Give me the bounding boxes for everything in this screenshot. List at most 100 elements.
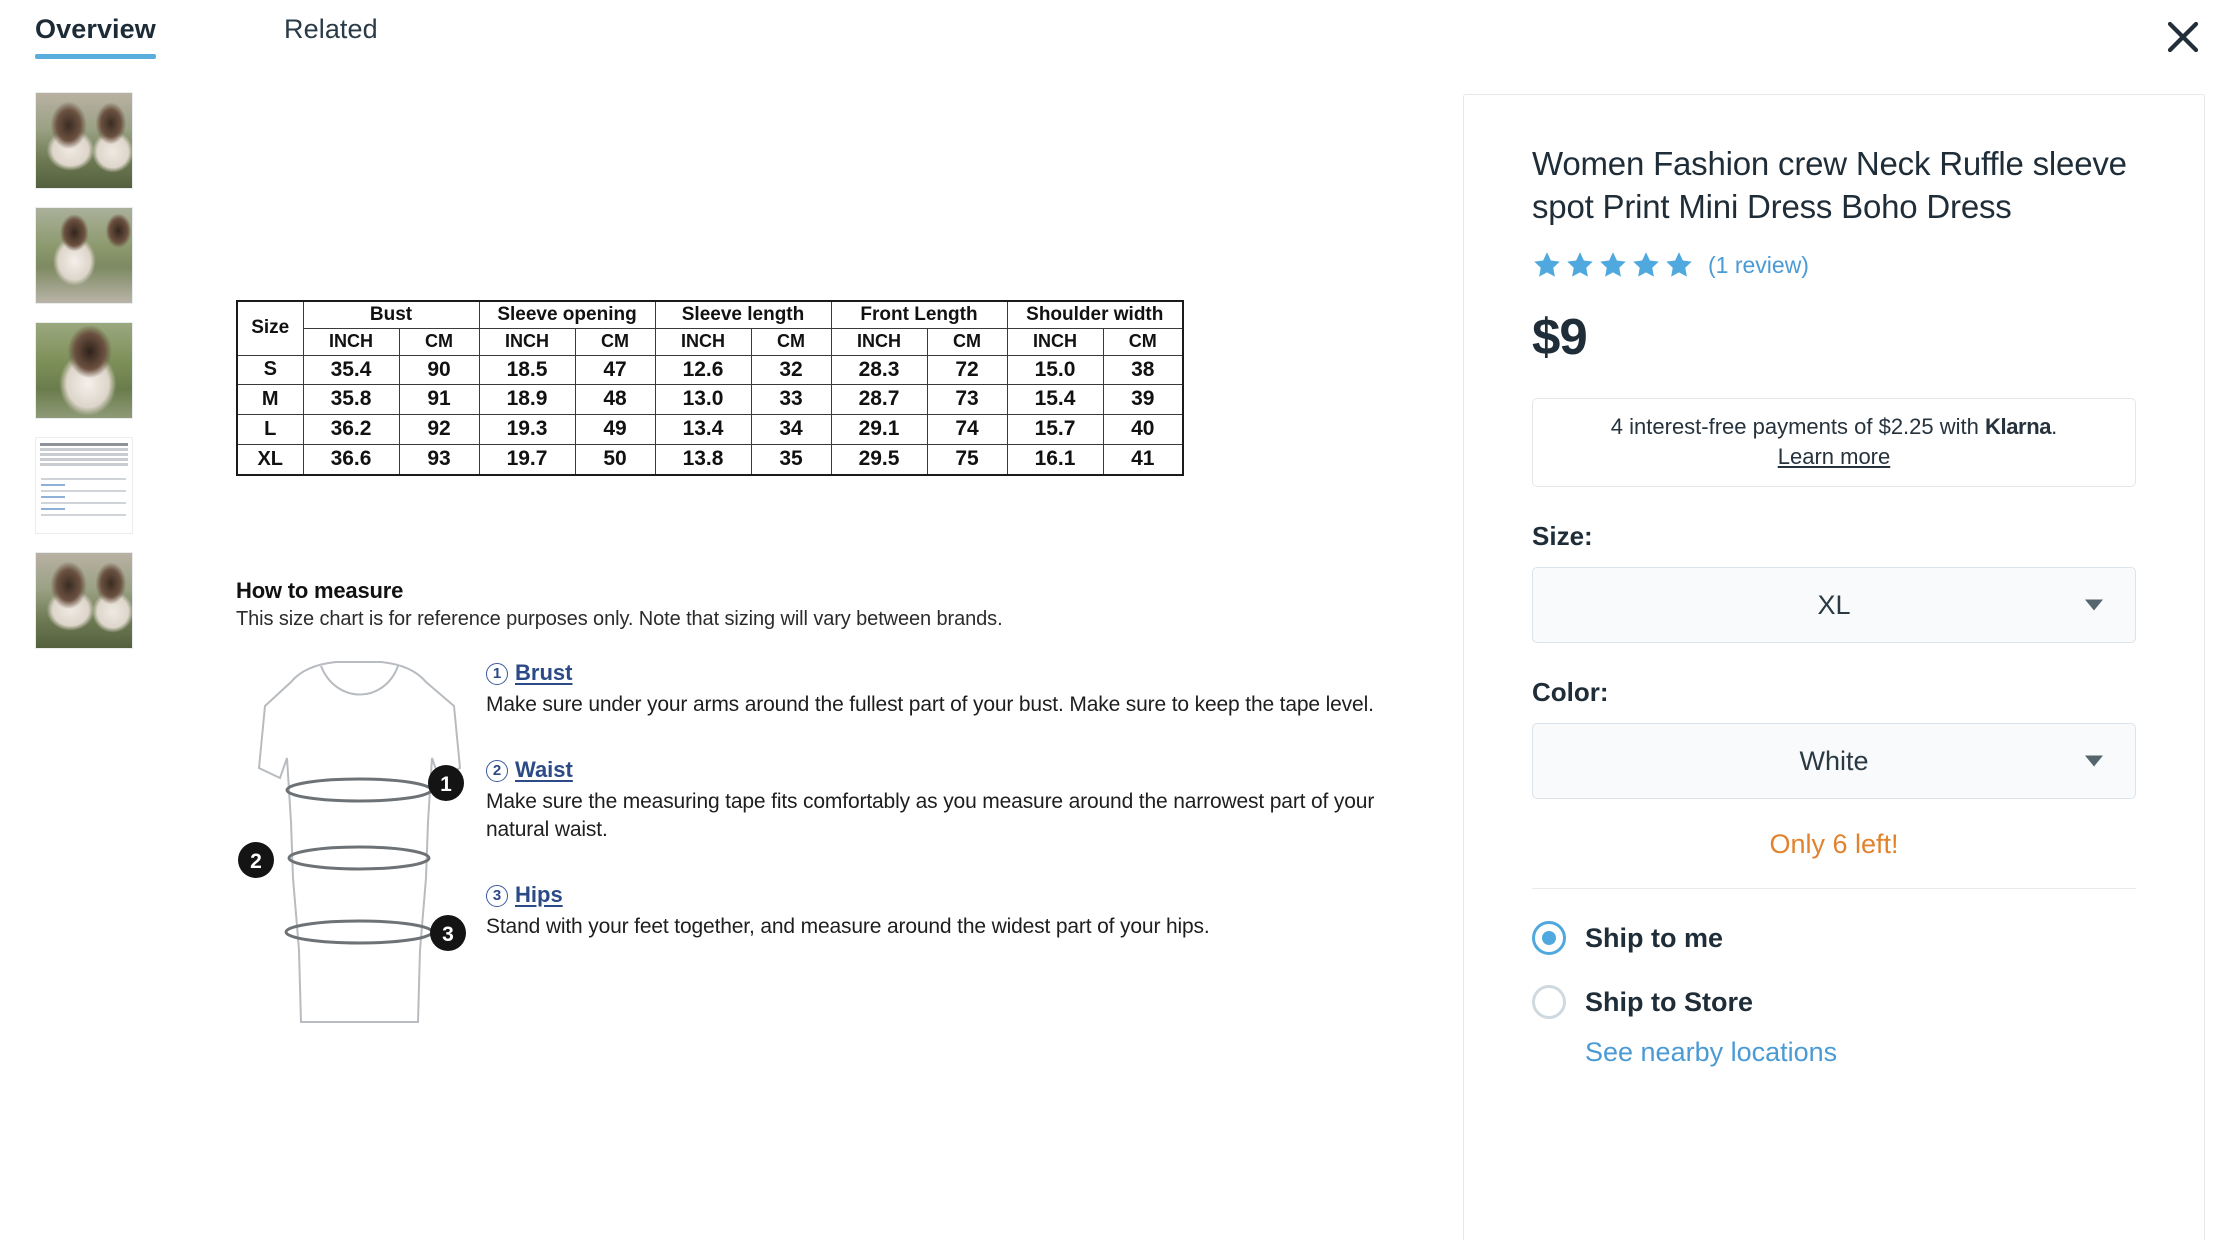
- measure-item-title[interactable]: Waist: [515, 757, 573, 782]
- measure-item-desc: Make sure under your arms around the ful…: [486, 693, 1374, 716]
- star-icon: [1534, 252, 1560, 277]
- thumbnail-4[interactable]: [35, 437, 133, 534]
- table-row: XL 36.6 93 19.7 50 13.8 35 29.5 75 16.1 …: [236, 443, 1184, 476]
- cell: 12.6: [654, 354, 752, 386]
- cell: 93: [398, 443, 480, 476]
- shipping-option-label: Ship to me: [1585, 922, 1724, 953]
- cell: 18.9: [478, 384, 576, 416]
- measure-item-desc: Stand with your feet together, and measu…: [486, 914, 1210, 938]
- klarna-brand: Klarna: [1985, 414, 2052, 440]
- cell: 35.8: [302, 384, 400, 416]
- close-button[interactable]: [2156, 10, 2210, 64]
- unit-cm: CM: [398, 328, 480, 356]
- tab-bar: Overview Related: [0, 0, 2232, 78]
- product-photo-icon: [36, 553, 132, 648]
- measure-number-badge: 2: [486, 759, 508, 782]
- cell: 47: [574, 354, 656, 386]
- marker-1: 1: [428, 765, 464, 801]
- size-chart-image: Size Bust Sleeve opening Sleeve length F…: [236, 300, 1316, 476]
- cell: 33: [750, 384, 832, 416]
- klarna-text: 4 interest-free payments of $2.25 with K…: [1543, 414, 2125, 440]
- cell: 36.2: [302, 414, 400, 445]
- unit-inch: INCH: [1006, 328, 1104, 356]
- color-label: Color:: [1532, 677, 1609, 708]
- cell: 40: [1102, 414, 1184, 445]
- chevron-down-icon: [2085, 599, 2103, 611]
- cell: 90: [398, 354, 480, 386]
- cell: 29.1: [830, 414, 928, 445]
- chevron-down-icon: [2085, 755, 2103, 767]
- color-select[interactable]: White: [1532, 723, 2136, 800]
- cell: 38: [1102, 354, 1184, 386]
- product-photo-icon: [36, 208, 132, 303]
- star-rating[interactable]: [1532, 250, 1694, 280]
- cell: 72: [926, 354, 1008, 386]
- rating-row: (1 review): [1532, 250, 2136, 280]
- tab-overview[interactable]: Overview: [35, 14, 156, 59]
- cell: 28.7: [830, 384, 928, 416]
- size-select[interactable]: XL: [1532, 567, 2136, 644]
- svg-text:3: 3: [442, 923, 454, 946]
- table-row: L 36.2 92 19.3 49 13.4 34 29.1 74 15.7 4…: [236, 414, 1184, 445]
- klarna-text-after: .: [2051, 414, 2058, 440]
- measure-item-title[interactable]: Hips: [515, 882, 563, 907]
- cell: 15.0: [1006, 354, 1104, 386]
- row-size: S: [236, 354, 304, 386]
- cell: 34: [750, 414, 832, 445]
- tab-overview-label: Overview: [35, 14, 156, 44]
- thumbnail-5[interactable]: [35, 552, 133, 649]
- table-row: M 35.8 91 18.9 48 13.0 33 28.7 73 15.4 3…: [236, 384, 1184, 416]
- cell: 19.7: [478, 443, 576, 476]
- thumbnail-3[interactable]: [35, 322, 133, 419]
- close-icon: [2167, 21, 2199, 53]
- unit-cm: CM: [1102, 328, 1184, 356]
- thumbnail-2[interactable]: [35, 207, 133, 304]
- dress-diagram-icon: 1 2 3: [238, 661, 466, 1023]
- radio-icon[interactable]: [1532, 985, 1566, 1020]
- how-to-measure-subtitle: This size chart is for reference purpose…: [236, 608, 1003, 630]
- size-chart-group-bust: Bust: [302, 300, 480, 330]
- row-size: M: [236, 384, 304, 416]
- see-nearby-locations-link[interactable]: See nearby locations: [1585, 1037, 2136, 1068]
- size-chart-group-sleeve-opening: Sleeve opening: [478, 300, 656, 330]
- cell: 18.5: [478, 354, 576, 386]
- cell: 13.0: [654, 384, 752, 416]
- measure-item-title[interactable]: Brust: [515, 660, 572, 685]
- stock-badge: Only 6 left!: [1769, 829, 1899, 860]
- table-row: S 35.4 90 18.5 47 12.6 32 28.3 72 15.0 3…: [236, 354, 1184, 386]
- klarna-text-before: 4 interest-free payments of $2.25 with: [1610, 414, 1985, 440]
- cell: 73: [926, 384, 1008, 416]
- how-to-measure-body: 1 2 3 1 Brust Make sure under your arms a…: [236, 660, 1386, 1060]
- tab-related-label: Related: [284, 14, 378, 44]
- unit-cm: CM: [926, 328, 1008, 356]
- klarna-learn-more-link[interactable]: Learn more: [1543, 444, 2125, 470]
- divider: [1532, 888, 2136, 890]
- measure-item-waist: 2 Waist Make sure the measuring tape fits…: [486, 757, 1386, 844]
- thumbnail-1[interactable]: [35, 92, 133, 189]
- measure-item-hips: 3 Hips Stand with your feet together, and…: [486, 882, 1386, 941]
- cell: 39: [1102, 384, 1184, 416]
- marker-3: 3: [430, 915, 466, 951]
- cell: 19.3: [478, 414, 576, 445]
- review-count-link[interactable]: (1 review): [1708, 252, 1809, 279]
- radio-icon-selected[interactable]: [1532, 921, 1566, 956]
- product-quickview-modal: Overview Related Size Bust Sleeve openin…: [0, 0, 2232, 1240]
- cell: 48: [574, 384, 656, 416]
- svg-text:2: 2: [250, 850, 262, 873]
- star-icon: [1633, 252, 1659, 277]
- row-size: XL: [236, 443, 304, 476]
- product-summary-panel: Women Fashion crew Neck Ruffle sleeve sp…: [1463, 94, 2205, 1240]
- page-title: Women Fashion crew Neck Ruffle sleeve sp…: [1532, 145, 2127, 225]
- size-chart-body: S 35.4 90 18.5 47 12.6 32 28.3 72 15.0 3…: [236, 354, 1184, 476]
- cell: 15.4: [1006, 384, 1104, 416]
- cell: 74: [926, 414, 1008, 445]
- tab-related[interactable]: Related: [284, 14, 378, 59]
- product-photo-icon: [36, 93, 132, 188]
- cell: 28.3: [830, 354, 928, 386]
- cell: 50: [574, 443, 656, 476]
- shipping-option-ship-to-me[interactable]: Ship to me: [1532, 921, 2136, 956]
- cell: 75: [926, 443, 1008, 476]
- star-icon: [1600, 252, 1626, 277]
- shipping-option-ship-to-store[interactable]: Ship to Store: [1532, 985, 2136, 1020]
- color-select-value: White: [1799, 745, 1869, 776]
